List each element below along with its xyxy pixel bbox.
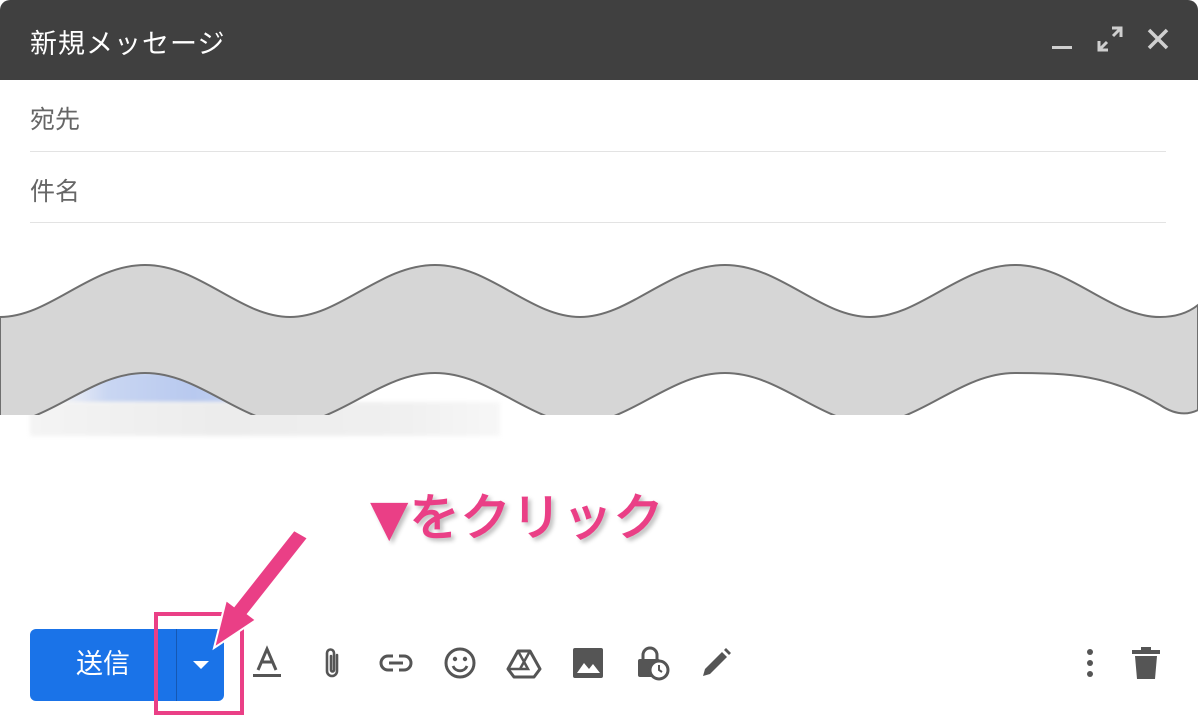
compose-titlebar: 新規メッセージ [0, 0, 1198, 80]
annotation-callout: ▼をクリック [370, 489, 665, 547]
omission-wave-divider [0, 263, 1198, 415]
emoji-icon[interactable] [442, 645, 478, 681]
format-text-icon[interactable] [249, 645, 285, 681]
subject-field[interactable]: 件名 [30, 152, 1166, 223]
more-options-icon[interactable] [1072, 645, 1108, 681]
attach-icon[interactable] [314, 645, 350, 681]
window-title: 新規メッセージ [30, 29, 226, 60]
compose-window: 新規メッセージ 宛先 件名 ▼をクリック 送信 [0, 0, 1198, 727]
confidential-mode-icon[interactable] [634, 645, 670, 681]
subject-label: 件名 [30, 177, 81, 206]
recipients-label: 宛先 [30, 105, 81, 134]
expand-icon[interactable] [1095, 24, 1125, 54]
trash-icon[interactable] [1128, 645, 1164, 681]
minimize-icon[interactable] [1047, 24, 1077, 54]
close-icon[interactable] [1143, 24, 1173, 54]
annotation-arrow [212, 530, 310, 651]
link-icon[interactable] [378, 645, 414, 681]
signature-icon[interactable] [698, 645, 734, 681]
photo-icon[interactable] [570, 645, 606, 681]
drive-icon[interactable] [506, 645, 542, 681]
recipients-field[interactable]: 宛先 [30, 80, 1166, 152]
